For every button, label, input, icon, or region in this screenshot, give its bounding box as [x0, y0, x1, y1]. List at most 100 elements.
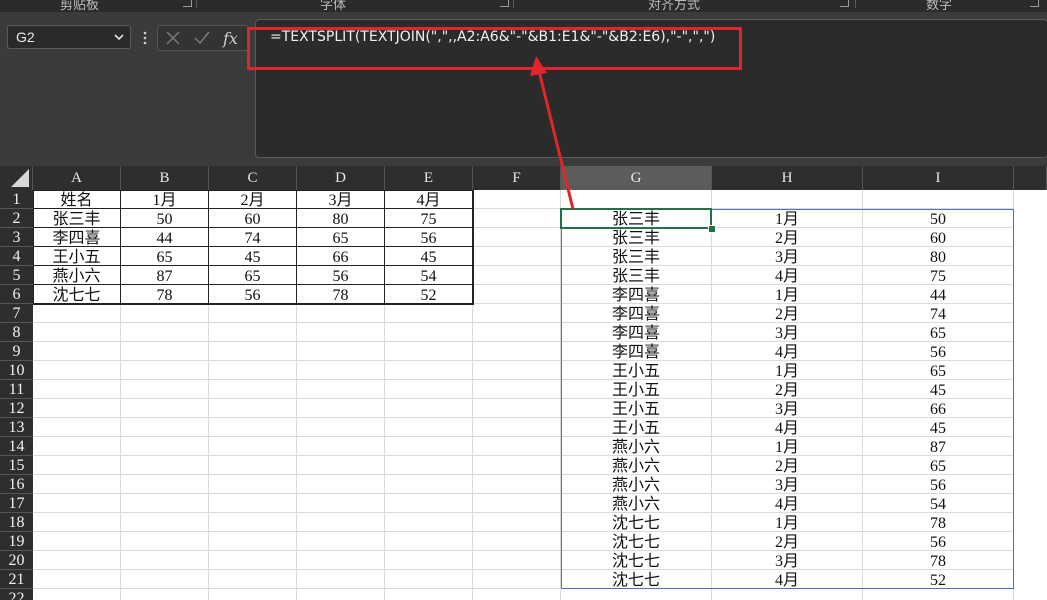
grid-cell[interactable] [385, 399, 473, 418]
grid-cell[interactable] [385, 551, 473, 570]
spill-result-cell[interactable]: 2月 [712, 380, 863, 399]
spill-result-cell[interactable]: 1月 [712, 285, 863, 304]
source-table-cell[interactable]: 87 [121, 266, 209, 285]
grid-cell[interactable] [385, 475, 473, 494]
chevron-down-icon[interactable] [112, 29, 126, 45]
spill-result-cell[interactable]: 66 [863, 399, 1014, 418]
spill-result-cell[interactable]: 56 [863, 532, 1014, 551]
source-table-cell[interactable]: 52 [385, 285, 473, 304]
grid-cell[interactable] [121, 475, 209, 494]
grid-cell[interactable] [33, 589, 121, 600]
grid-cell[interactable] [473, 361, 561, 380]
row-header-21[interactable]: 21 [0, 570, 33, 589]
source-table-cell[interactable]: 沈七七 [33, 285, 121, 304]
source-table-cell[interactable]: 78 [121, 285, 209, 304]
grid-cell[interactable] [385, 323, 473, 342]
font-launcher-icon[interactable] [500, 0, 509, 7]
spill-result-cell[interactable]: 李四喜 [561, 285, 712, 304]
spill-result-cell[interactable]: 4月 [712, 494, 863, 513]
grid-cell[interactable] [121, 494, 209, 513]
grid-cell[interactable] [209, 380, 297, 399]
spill-result-cell[interactable]: 1月 [712, 361, 863, 380]
grid-cell[interactable] [297, 589, 385, 600]
column-header-g[interactable]: G [561, 166, 712, 190]
more-vertical-icon[interactable] [142, 29, 148, 47]
spill-result-cell[interactable]: 75 [863, 266, 1014, 285]
spill-result-cell[interactable]: 3月 [712, 399, 863, 418]
source-table-cell[interactable]: 75 [385, 209, 473, 228]
spill-result-cell[interactable]: 2月 [712, 456, 863, 475]
grid-cell[interactable] [121, 399, 209, 418]
grid-cell[interactable] [712, 589, 863, 600]
spill-result-cell[interactable]: 燕小六 [561, 456, 712, 475]
grid-cell[interactable] [385, 380, 473, 399]
grid-cell[interactable] [297, 532, 385, 551]
grid-cell[interactable] [561, 190, 712, 209]
row-header-13[interactable]: 13 [0, 418, 33, 437]
spill-result-cell[interactable]: 56 [863, 342, 1014, 361]
source-table-cell[interactable]: 50 [121, 209, 209, 228]
grid-cell[interactable] [473, 247, 561, 266]
grid-cell[interactable] [473, 266, 561, 285]
grid-cell[interactable] [33, 513, 121, 532]
spill-result-cell[interactable]: 60 [863, 228, 1014, 247]
spill-result-cell[interactable]: 张三丰 [561, 209, 712, 228]
spill-result-cell[interactable]: 52 [863, 570, 1014, 589]
grid-cell[interactable] [121, 380, 209, 399]
source-table-cell[interactable]: 2月 [209, 190, 297, 209]
source-table-cell[interactable]: 3月 [297, 190, 385, 209]
spill-result-cell[interactable]: 3月 [712, 551, 863, 570]
spill-result-cell[interactable]: 45 [863, 418, 1014, 437]
grid-cell[interactable] [121, 513, 209, 532]
source-table-cell[interactable]: 65 [297, 228, 385, 247]
spill-result-cell[interactable]: 李四喜 [561, 304, 712, 323]
grid-cell[interactable] [473, 456, 561, 475]
source-table-cell[interactable]: 56 [385, 228, 473, 247]
grid-cell[interactable] [33, 456, 121, 475]
grid-cell[interactable] [209, 361, 297, 380]
grid-cell[interactable] [209, 399, 297, 418]
column-header-d[interactable]: D [297, 166, 385, 190]
grid-cell[interactable] [33, 342, 121, 361]
grid-cell[interactable] [385, 456, 473, 475]
grid-cell[interactable] [121, 551, 209, 570]
row-header-1[interactable]: 1 [0, 190, 33, 209]
spill-result-cell[interactable]: 44 [863, 285, 1014, 304]
column-header-h[interactable]: H [712, 166, 863, 190]
grid-cell[interactable] [473, 570, 561, 589]
grid-cell[interactable] [33, 380, 121, 399]
grid-cell[interactable] [385, 513, 473, 532]
spill-result-cell[interactable]: 1月 [712, 513, 863, 532]
source-table-cell[interactable]: 54 [385, 266, 473, 285]
grid-cell[interactable] [297, 399, 385, 418]
grid-cell[interactable] [297, 513, 385, 532]
row-header-2[interactable]: 2 [0, 209, 33, 228]
spill-result-cell[interactable]: 87 [863, 437, 1014, 456]
grid-cell[interactable] [33, 532, 121, 551]
grid-cell[interactable] [33, 551, 121, 570]
source-table-cell[interactable]: 姓名 [33, 190, 121, 209]
spill-result-cell[interactable]: 王小五 [561, 399, 712, 418]
fill-handle[interactable] [708, 225, 716, 233]
row-header-6[interactable]: 6 [0, 285, 33, 304]
spill-result-cell[interactable]: 燕小六 [561, 437, 712, 456]
grid-cell[interactable] [473, 418, 561, 437]
source-table-cell[interactable]: 80 [297, 209, 385, 228]
spill-result-cell[interactable]: 78 [863, 551, 1014, 570]
grid-cell[interactable] [209, 513, 297, 532]
row-header-5[interactable]: 5 [0, 266, 33, 285]
grid-cell[interactable] [297, 361, 385, 380]
grid-cell[interactable] [33, 570, 121, 589]
spill-result-cell[interactable]: 2月 [712, 228, 863, 247]
row-header-18[interactable]: 18 [0, 513, 33, 532]
grid-cell[interactable] [33, 437, 121, 456]
grid-cell[interactable] [385, 437, 473, 456]
source-table-cell[interactable]: 燕小六 [33, 266, 121, 285]
grid-cell[interactable] [473, 494, 561, 513]
spill-result-cell[interactable]: 78 [863, 513, 1014, 532]
source-table-cell[interactable]: 45 [209, 247, 297, 266]
row-header-16[interactable]: 16 [0, 475, 33, 494]
source-table-cell[interactable]: 74 [209, 228, 297, 247]
grid-cell[interactable] [33, 399, 121, 418]
confirm-check-icon[interactable] [193, 30, 211, 46]
